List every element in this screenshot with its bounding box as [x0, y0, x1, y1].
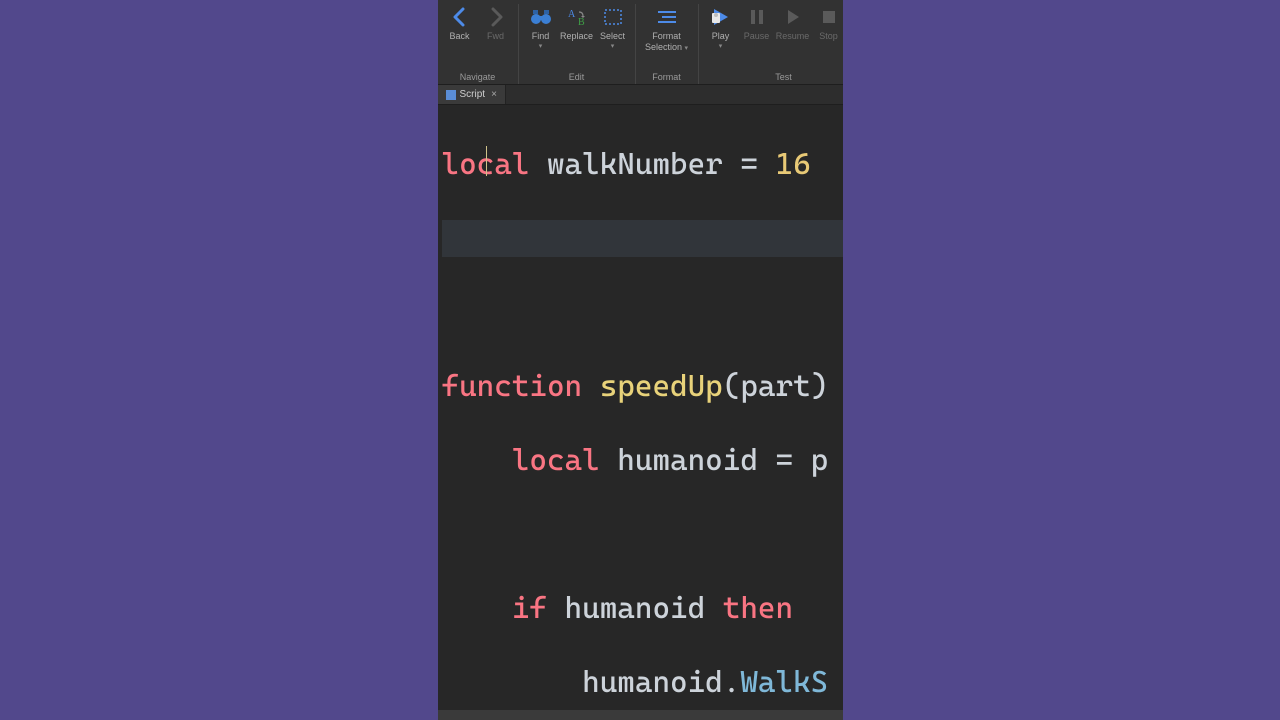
resume-play-icon	[782, 6, 804, 28]
format-selection-button[interactable]: Format Selection ▾	[640, 4, 694, 72]
code-line-current	[442, 220, 843, 257]
dropdown-arrow-icon: ▾	[611, 42, 615, 50]
code-line: humanoid.WalkS	[442, 664, 843, 701]
navigate-group-label: Navigate	[460, 72, 496, 84]
chevron-right-icon	[485, 6, 507, 28]
ribbon-toolbar: Back Fwd Navigate	[438, 0, 843, 85]
svg-text:A: A	[568, 9, 576, 20]
find-label: Find	[532, 31, 550, 41]
pause-label: Pause	[744, 31, 770, 41]
binoculars-icon	[530, 6, 552, 28]
studio-window: Back Fwd Navigate	[438, 0, 843, 720]
dropdown-arrow-icon: ▾	[719, 42, 723, 50]
editor-bottom-strip	[438, 710, 843, 720]
select-button[interactable]: Select ▾	[595, 4, 631, 72]
svg-text:B: B	[578, 17, 585, 26]
code-line: function speedUp(part)	[442, 368, 843, 405]
script-document-icon	[446, 90, 456, 100]
ribbon-group-test: Play ▾ Pause Resume	[699, 4, 843, 84]
code-line: local walkNumber = 16	[442, 146, 843, 183]
stop-icon	[818, 6, 840, 28]
close-icon[interactable]: ×	[491, 89, 497, 100]
format-icon	[656, 6, 678, 28]
find-button[interactable]: Find ▾	[523, 4, 559, 72]
resume-button[interactable]: Resume	[775, 4, 811, 72]
stop-label: Stop	[819, 31, 838, 41]
format-selection-label2: Selection	[645, 42, 682, 52]
format-selection-label1: Format	[652, 31, 681, 41]
tab-label: Script	[460, 89, 486, 100]
pause-button[interactable]: Pause	[739, 4, 775, 72]
code-line: local humanoid = p	[442, 442, 843, 479]
chevron-left-icon	[449, 6, 471, 28]
dropdown-arrow-icon: ▾	[685, 45, 689, 52]
code-line	[442, 516, 843, 553]
text-cursor	[486, 146, 487, 176]
ribbon-group-format: Format Selection ▾ Format	[636, 4, 699, 84]
back-button[interactable]: Back	[442, 4, 478, 72]
edit-group-label: Edit	[569, 72, 585, 84]
replace-button[interactable]: AB Replace	[559, 4, 595, 72]
replace-icon: AB	[566, 6, 588, 28]
resume-label: Resume	[776, 31, 810, 41]
test-group-label: Test	[775, 72, 792, 84]
dropdown-arrow-icon: ▾	[539, 42, 543, 50]
ribbon-main-row: Back Fwd Navigate	[438, 0, 843, 84]
tab-script[interactable]: Script ×	[438, 85, 506, 104]
play-icon	[710, 6, 732, 28]
code-line: if humanoid then	[442, 590, 843, 627]
back-label: Back	[449, 31, 469, 41]
stop-button[interactable]: Stop	[811, 4, 843, 72]
play-button[interactable]: Play ▾	[703, 4, 739, 72]
document-tab-bar: Script ×	[438, 85, 843, 105]
pause-icon	[746, 6, 768, 28]
fwd-button[interactable]: Fwd	[478, 4, 514, 72]
select-icon	[602, 6, 624, 28]
ribbon-group-edit: Find ▾ AB Replace Select ▾	[519, 4, 636, 84]
code-line	[442, 294, 843, 331]
select-label: Select	[600, 31, 625, 41]
fwd-label: Fwd	[487, 31, 504, 41]
play-label: Play	[712, 31, 730, 41]
code-editor[interactable]: local walkNumber = 16 function speedUp(p…	[438, 105, 843, 720]
replace-label: Replace	[560, 31, 593, 41]
ribbon-group-navigate: Back Fwd Navigate	[438, 4, 519, 84]
format-group-label: Format	[652, 72, 681, 84]
